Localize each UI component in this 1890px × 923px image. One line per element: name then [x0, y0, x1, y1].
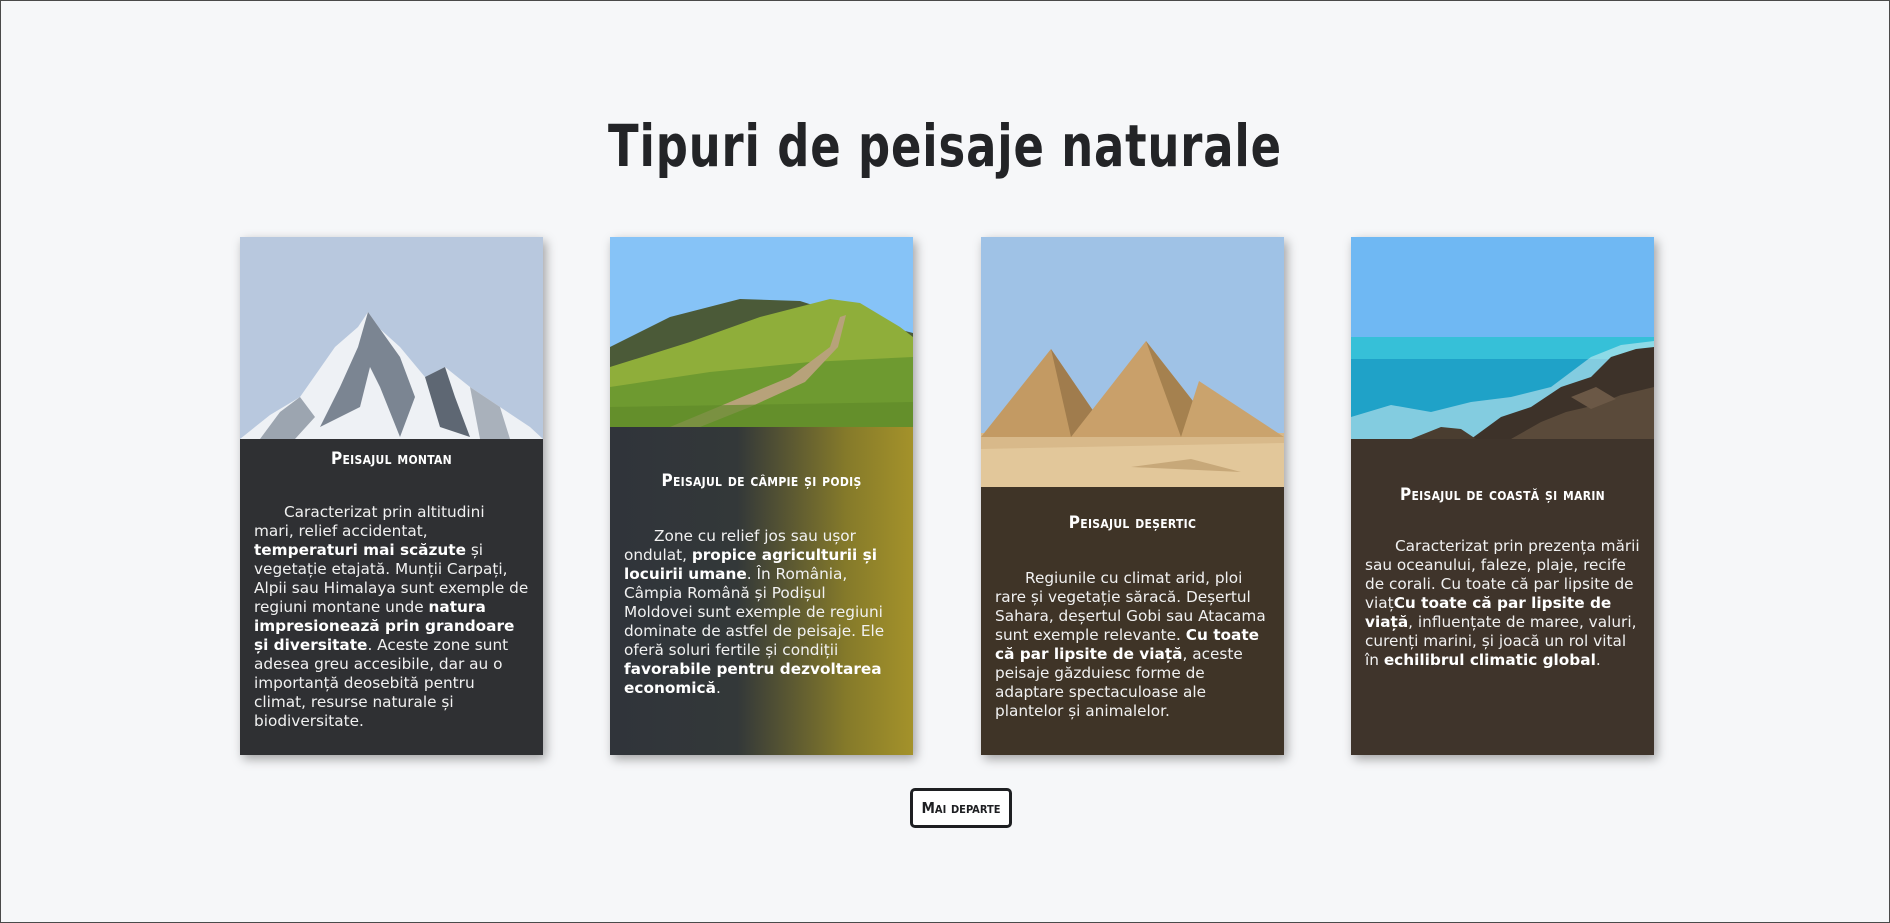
- highlighted-text: echilibrul climatic global: [1383, 651, 1596, 669]
- text-segment: Caracterizat prin altitudini mari, relie…: [254, 503, 485, 540]
- card-title: Peisajul montan: [331, 449, 452, 469]
- card-coast: Peisajul de coastă și marin Caracterizat…: [1351, 237, 1654, 755]
- card-body: Peisajul deșertic Regiunile cu climat ar…: [981, 487, 1284, 755]
- card-description: Caracterizat prin altitudini mari, relie…: [240, 469, 543, 731]
- card-body: Peisajul de câmpie și podiș Zone cu reli…: [610, 427, 913, 755]
- text-segment: .: [715, 679, 721, 697]
- card-plains: Peisajul de câmpie și podiș Zone cu reli…: [610, 237, 913, 755]
- page-title: Tipuri de peisaje naturale: [608, 112, 1282, 180]
- card-description: Regiunile cu climat arid, ploi rare și v…: [981, 533, 1284, 721]
- rocky-coast-image: [1351, 237, 1654, 439]
- next-button[interactable]: Mai departe: [910, 788, 1012, 828]
- card-body: Peisajul de coastă și marin Caracterizat…: [1351, 439, 1654, 755]
- text-segment: .: [1595, 651, 1601, 669]
- highlighted-text: favorabile pentru dezvoltarea economică: [624, 660, 882, 697]
- desert-pyramids-image: [981, 237, 1284, 487]
- card-description: Zone cu relief jos sau ușor ondulat, pro…: [610, 491, 913, 698]
- highlighted-text: temperaturi mai scăzute: [254, 541, 466, 559]
- green-hills-image: [610, 237, 913, 427]
- mountain-peak-image: [240, 237, 543, 439]
- card-body: Peisajul montan Caracterizat prin altitu…: [240, 439, 543, 755]
- card-title: Peisajul de câmpie și podiș: [661, 471, 862, 491]
- card-mountain: Peisajul montan Caracterizat prin altitu…: [240, 237, 543, 755]
- card-description: Caracterizat prin prezența mării sau oce…: [1351, 505, 1654, 670]
- card-title: Peisajul de coastă și marin: [1400, 485, 1605, 505]
- card-title: Peisajul deșertic: [1068, 513, 1197, 533]
- card-desert: Peisajul deșertic Regiunile cu climat ar…: [981, 237, 1284, 755]
